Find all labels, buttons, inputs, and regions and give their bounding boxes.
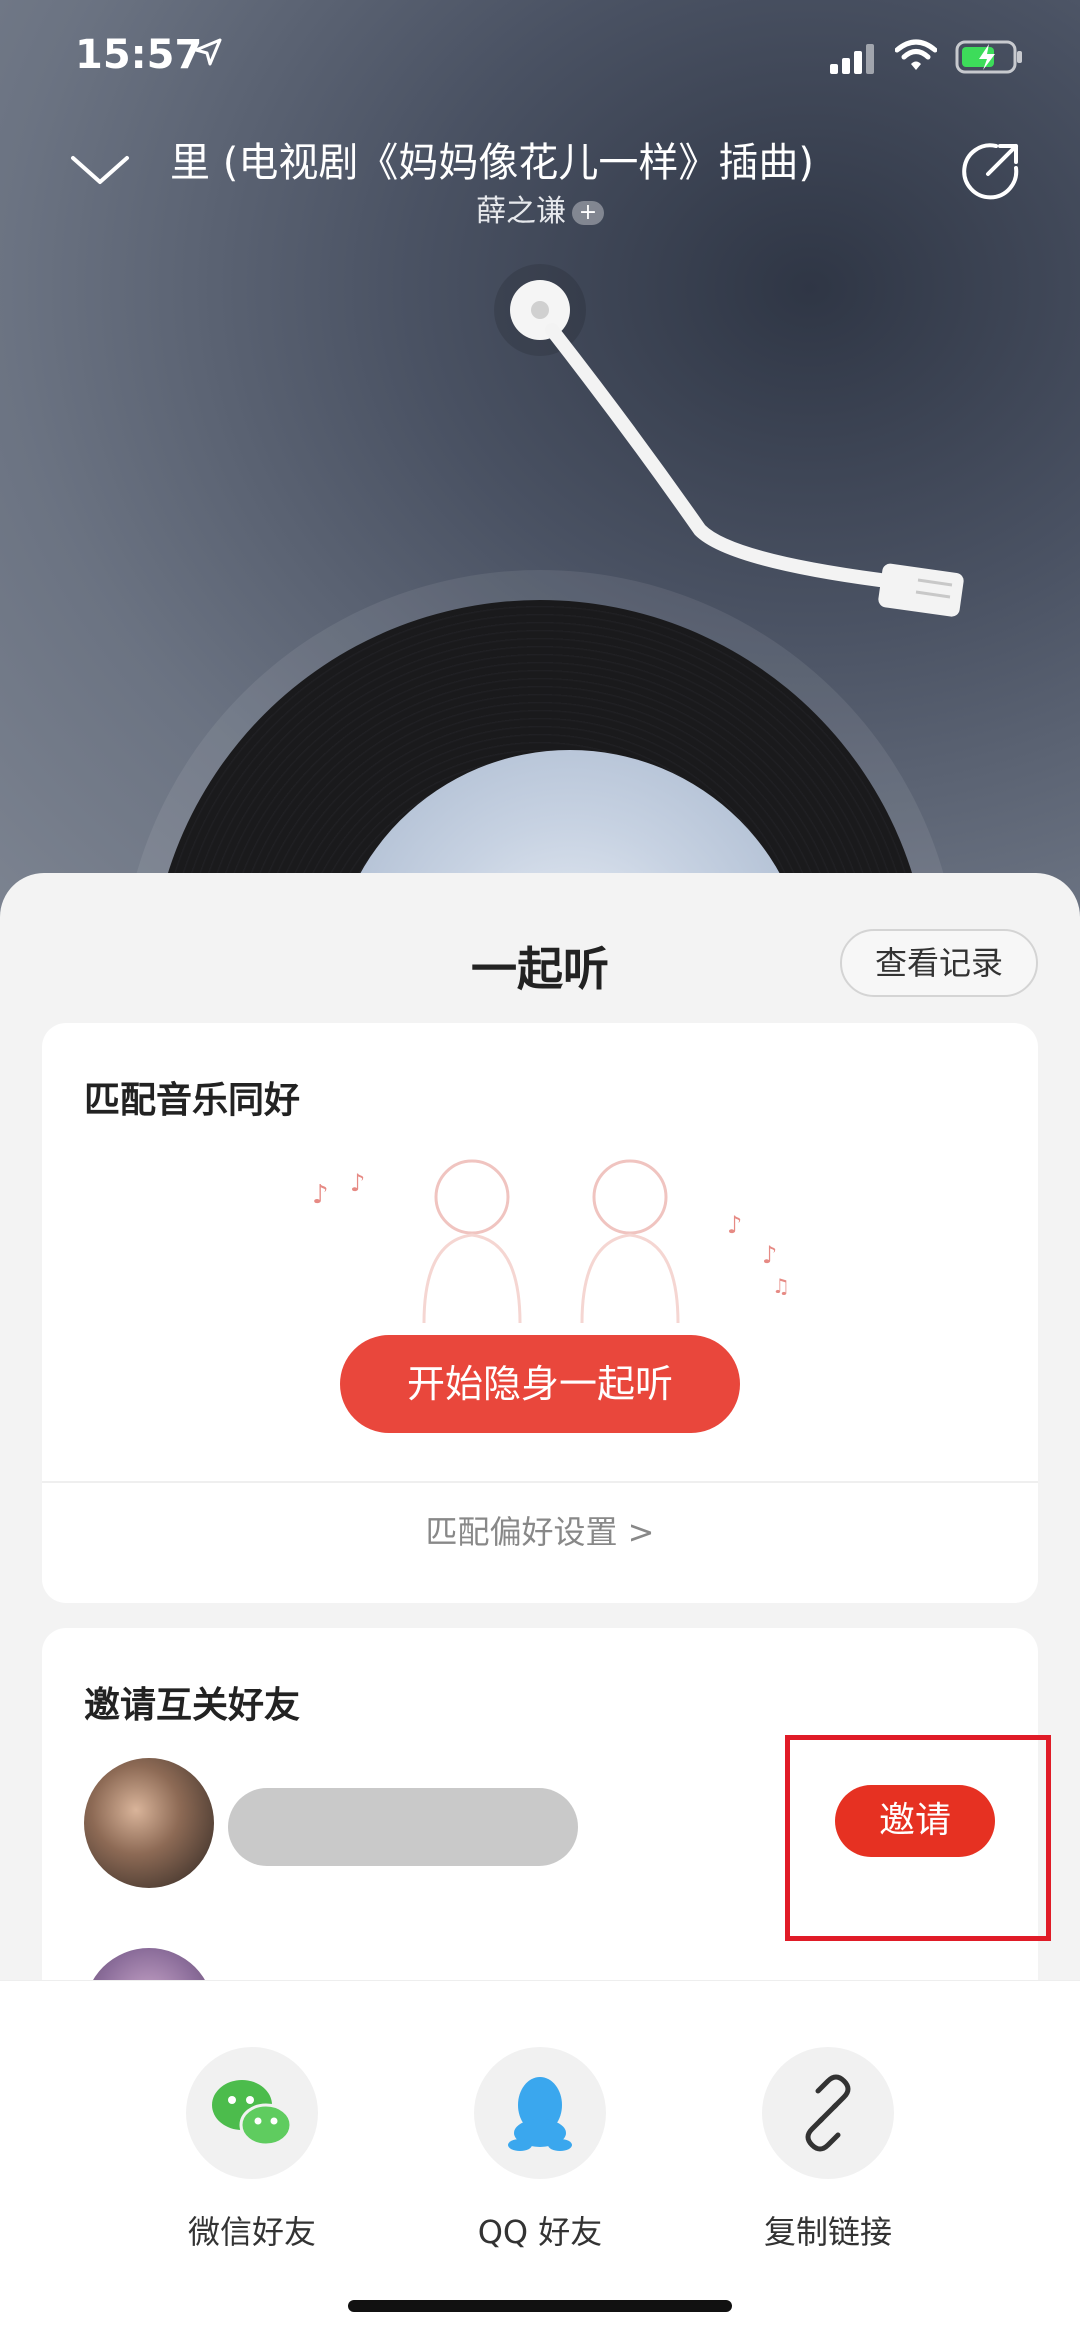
friend-name-redacted	[228, 1788, 578, 1866]
svg-text:♪: ♪	[350, 1169, 365, 1197]
tonearm-icon	[494, 264, 964, 617]
copy-link-label: 复制链接	[763, 2213, 892, 2251]
match-card: 匹配音乐同好 ♪ ♪ ♪ ♪ ♫ 开始隐身一起听 匹配偏好设置 >	[42, 1023, 1038, 1603]
share-wechat-label: 微信好友	[187, 2213, 316, 2251]
link-icon[interactable]	[762, 2047, 894, 2179]
artist-row: 薛之谦 +	[0, 186, 1080, 230]
invite-card-title: 邀请互关好友	[84, 1685, 301, 1726]
artist-name[interactable]: 薛之谦	[476, 194, 566, 229]
view-records-button[interactable]: 查看记录	[840, 929, 1038, 997]
card-divider	[42, 1481, 1038, 1483]
copy-link-button[interactable]: 复制链接	[728, 2047, 928, 2253]
home-indicator	[348, 2300, 732, 2312]
song-title: 里 (电视剧《妈妈像花儿一样》插曲)	[170, 140, 814, 186]
match-card-title: 匹配音乐同好	[84, 1080, 301, 1121]
status-bar: 15:57	[0, 0, 1080, 120]
share-bar: 微信好友 QQ 好友 复制链接	[0, 1980, 1080, 2337]
share-icon[interactable]	[960, 138, 1024, 202]
qq-icon[interactable]	[474, 2047, 606, 2179]
status-time: 15:57	[75, 32, 203, 78]
match-illustration: ♪ ♪ ♪ ♪ ♫	[312, 1159, 790, 1323]
svg-text:♪: ♪	[312, 1180, 329, 1210]
follow-artist-button[interactable]: +	[572, 200, 604, 225]
friend-avatar[interactable]	[84, 1758, 214, 1888]
cellular-signal-icon	[830, 44, 874, 74]
share-qq-button[interactable]: QQ 好友	[440, 2047, 640, 2253]
svg-text:♪: ♪	[727, 1211, 742, 1239]
svg-text:♪: ♪	[762, 1241, 777, 1269]
wifi-icon	[895, 39, 937, 70]
start-incognito-listen-button[interactable]: 开始隐身一起听	[340, 1335, 740, 1433]
player-header: 里 (电视剧《妈妈像花儿一样》插曲) 薛之谦 +	[0, 120, 1080, 230]
highlight-box	[785, 1735, 1051, 1941]
share-wechat-button[interactable]: 微信好友	[152, 2047, 352, 2253]
share-qq-label: QQ 好友	[477, 2213, 603, 2251]
svg-text:♫: ♫	[772, 1274, 790, 1298]
location-icon	[194, 38, 222, 66]
battery-charging-icon	[955, 40, 1022, 74]
wechat-icon[interactable]	[186, 2047, 318, 2179]
match-preference-link[interactable]: 匹配偏好设置 >	[42, 1507, 1038, 1553]
